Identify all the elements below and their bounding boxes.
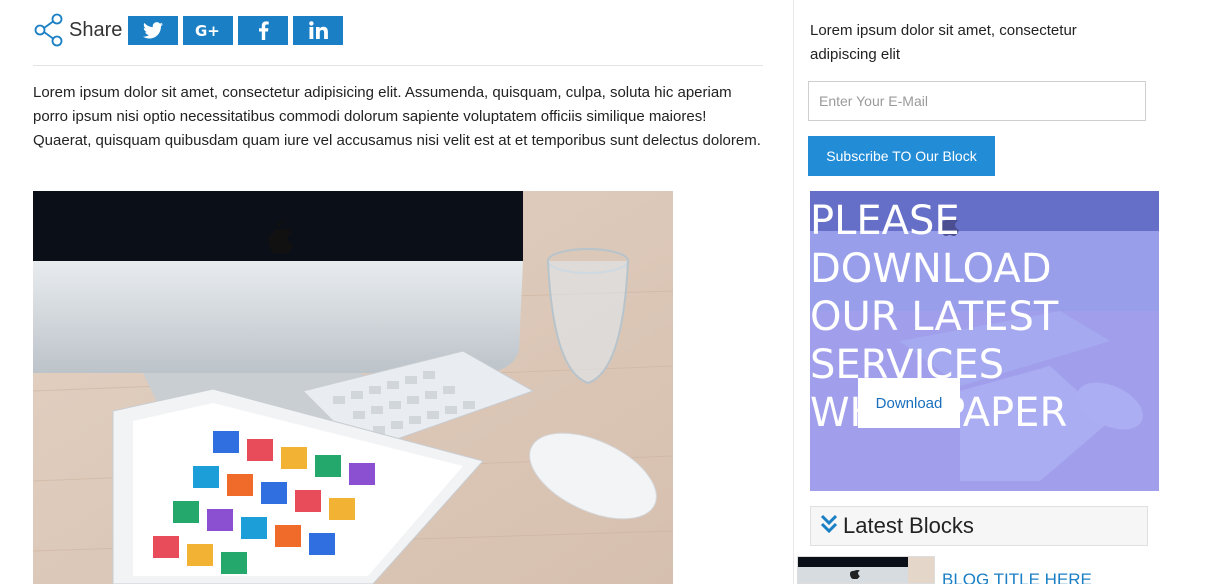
subscribe-description: Lorem ipsum dolor sit amet, consectetur …	[810, 22, 1077, 63]
divider	[33, 65, 763, 66]
email-field[interactable]	[808, 81, 1146, 121]
article-hero-image	[33, 191, 673, 584]
facebook-icon	[258, 20, 269, 40]
latest-blocks-title: Latest Blocks	[843, 513, 974, 538]
article-intro: Lorem ipsum dolor sit amet, consectetur …	[33, 84, 761, 149]
google-plus-icon: G+	[195, 22, 220, 38]
download-button[interactable]: Download	[858, 378, 960, 428]
facebook-share-button[interactable]	[238, 15, 289, 45]
blog-thumbnail[interactable]	[797, 556, 935, 584]
svg-text:G+: G+	[195, 22, 220, 38]
twitter-icon	[143, 21, 164, 38]
share-bar: Share G+	[33, 12, 348, 48]
share-label: Share	[69, 18, 123, 41]
share-icon[interactable]	[33, 12, 65, 48]
blog-title-link[interactable]: BLOG TITLE HERE	[942, 570, 1092, 584]
chevron-double-down-icon	[820, 514, 838, 539]
sidebar-divider	[793, 0, 794, 584]
latest-blocks-header: Latest Blocks	[810, 506, 1148, 546]
subscribe-button[interactable]: Subscribe TO Our Block	[808, 136, 995, 176]
google-plus-share-button[interactable]: G+	[183, 15, 234, 45]
linkedin-icon	[309, 21, 328, 39]
twitter-share-button[interactable]	[128, 15, 179, 45]
whitepaper-promo: PLEASE DOWNLOAD OUR LATEST SERVICES WHIT…	[810, 191, 1159, 491]
linkedin-share-button[interactable]	[293, 15, 344, 45]
